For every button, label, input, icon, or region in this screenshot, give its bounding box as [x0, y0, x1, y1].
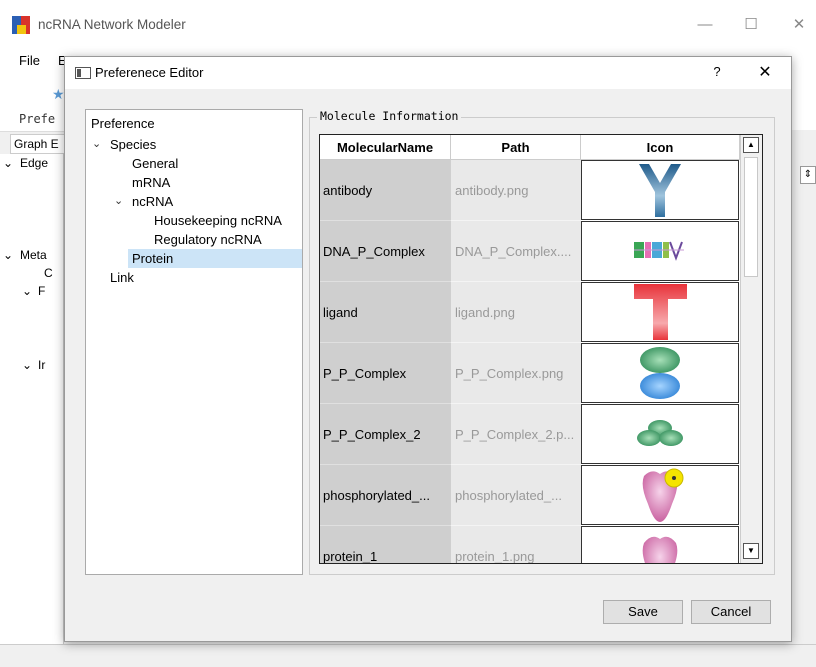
cell-path[interactable]: ligand.png	[451, 282, 581, 343]
cell-path[interactable]: phosphorylated_...	[451, 465, 581, 526]
cell-icon[interactable]	[581, 465, 739, 525]
app-title: ncRNA Network Modeler	[38, 17, 186, 32]
cell-path[interactable]: DNA_P_Complex....	[451, 221, 581, 282]
menu-file[interactable]: File	[19, 53, 40, 68]
chevron-down-icon[interactable]: ⌄	[114, 194, 123, 207]
tree-item-housekeeping-ncrna[interactable]: Housekeeping ncRNA	[154, 211, 282, 230]
antibody-icon	[639, 164, 681, 217]
protein-1-icon	[642, 536, 678, 563]
status-bar	[0, 644, 816, 667]
chevron-down-icon[interactable]: ⌄	[92, 137, 101, 150]
column-header-path[interactable]: Path	[451, 135, 581, 160]
cell-path[interactable]: antibody.png	[451, 160, 581, 221]
group-title: Molecule Information	[317, 109, 462, 123]
cell-path[interactable]: P_P_Complex_2.p...	[451, 404, 581, 465]
table-row[interactable]: antibody antibody.png	[320, 160, 740, 221]
cell-icon[interactable]	[581, 282, 739, 342]
cell-molecular-name[interactable]: phosphorylated_...	[320, 465, 451, 526]
chevron-down-icon[interactable]: ⌄	[3, 248, 13, 262]
cell-icon[interactable]	[581, 221, 739, 281]
table-row[interactable]: P_P_Complex_2 P_P_Complex_2.p...	[320, 404, 740, 465]
panel-item-meta[interactable]: Meta	[20, 248, 47, 262]
phosphorylated-protein-icon	[642, 468, 684, 522]
dialog-close-button[interactable]: ✕	[753, 61, 777, 85]
cell-icon[interactable]	[581, 160, 739, 220]
cell-molecular-name[interactable]: ligand	[320, 282, 451, 343]
spin-box-arrows-icon[interactable]: ⇕	[800, 166, 816, 184]
table-row[interactable]: ligand ligand.png	[320, 282, 740, 343]
dialog-titlebar: Preferenece Editor ? ✕	[65, 57, 791, 89]
tab-graph-editor[interactable]: Graph E	[10, 134, 70, 154]
protein-protein-complex-icon	[640, 347, 680, 399]
tree-item-regulatory-ncrna[interactable]: Regulatory ncRNA	[154, 230, 262, 249]
help-button[interactable]: ?	[707, 62, 727, 82]
table-row[interactable]: protein_1 protein_1.png	[320, 526, 740, 563]
cell-icon[interactable]	[581, 526, 739, 563]
tree-item-protein: Protein	[132, 251, 174, 266]
tree-item-protein-selected[interactable]: Protein	[128, 249, 302, 268]
window-icon	[75, 67, 91, 79]
preference-tree: Preference ⌄ Species General mRNA ⌄ ncRN…	[85, 109, 303, 575]
chevron-down-icon[interactable]: ⌄	[3, 156, 13, 170]
table-row[interactable]: phosphorylated_... phosphorylated_...	[320, 465, 740, 526]
cell-path[interactable]: P_P_Complex.png	[451, 343, 581, 404]
tree-item-mrna[interactable]: mRNA	[132, 173, 170, 192]
dna-protein-complex-icon	[634, 241, 684, 261]
molecule-table: MolecularName Path Icon antibody antibod…	[319, 134, 763, 564]
cell-molecular-name[interactable]: protein_1	[320, 526, 451, 563]
scrollbar-thumb[interactable]	[744, 157, 758, 277]
save-button[interactable]: Save	[603, 600, 683, 624]
main-titlebar: ncRNA Network Modeler — ☐ ✕	[0, 0, 816, 50]
table-row[interactable]: DNA_P_Complex DNA_P_Complex....	[320, 221, 740, 282]
cell-molecular-name[interactable]: antibody	[320, 160, 451, 221]
chevron-down-icon[interactable]: ⌄	[22, 358, 32, 372]
table-scrollbar[interactable]: ▲ ▼	[740, 135, 762, 563]
tree-item-general[interactable]: General	[132, 154, 178, 173]
protein-complex-2-icon	[637, 420, 683, 446]
tree-item-link[interactable]: Link	[110, 268, 134, 287]
cell-icon[interactable]	[581, 343, 739, 403]
ligand-icon	[634, 284, 687, 340]
tree-item-preference[interactable]: Preference	[91, 114, 155, 133]
toolbar-preferences-label[interactable]: Prefe	[19, 112, 55, 126]
table-row[interactable]: P_P_Complex P_P_Complex.png	[320, 343, 740, 404]
close-icon[interactable]: ✕	[784, 12, 814, 38]
minimize-icon[interactable]: —	[690, 12, 720, 38]
cell-molecular-name[interactable]: P_P_Complex_2	[320, 404, 451, 465]
panel-item-edge[interactable]: Edge	[20, 156, 48, 170]
cell-icon[interactable]	[581, 404, 739, 464]
graph-element-panel: ⌄ Edge ⌄ Meta C ⌄ F ⌄ Ir	[0, 154, 64, 644]
chevron-down-icon[interactable]: ⌄	[22, 284, 32, 298]
dialog-title: Preferenece Editor	[95, 65, 204, 80]
tree-item-species[interactable]: Species	[110, 135, 156, 154]
maximize-icon[interactable]: ☐	[736, 12, 766, 38]
cell-molecular-name[interactable]: DNA_P_Complex	[320, 221, 451, 282]
column-header-icon[interactable]: Icon	[581, 135, 740, 160]
cancel-button[interactable]: Cancel	[691, 600, 771, 624]
tree-item-ncrna[interactable]: ncRNA	[132, 192, 173, 211]
panel-item-f[interactable]: F	[38, 284, 45, 298]
app-logo-icon	[12, 16, 30, 34]
scroll-up-arrow-icon[interactable]: ▲	[743, 137, 759, 153]
preference-editor-dialog: Preferenece Editor ? ✕ Preference ⌄ Spec…	[64, 56, 792, 642]
panel-item-ir[interactable]: Ir	[38, 358, 45, 372]
column-header-molecularname[interactable]: MolecularName	[320, 135, 451, 160]
panel-item-c: C	[44, 266, 53, 280]
scroll-down-arrow-icon[interactable]: ▼	[743, 543, 759, 559]
cell-molecular-name[interactable]: P_P_Complex	[320, 343, 451, 404]
cell-path[interactable]: protein_1.png	[451, 526, 581, 563]
